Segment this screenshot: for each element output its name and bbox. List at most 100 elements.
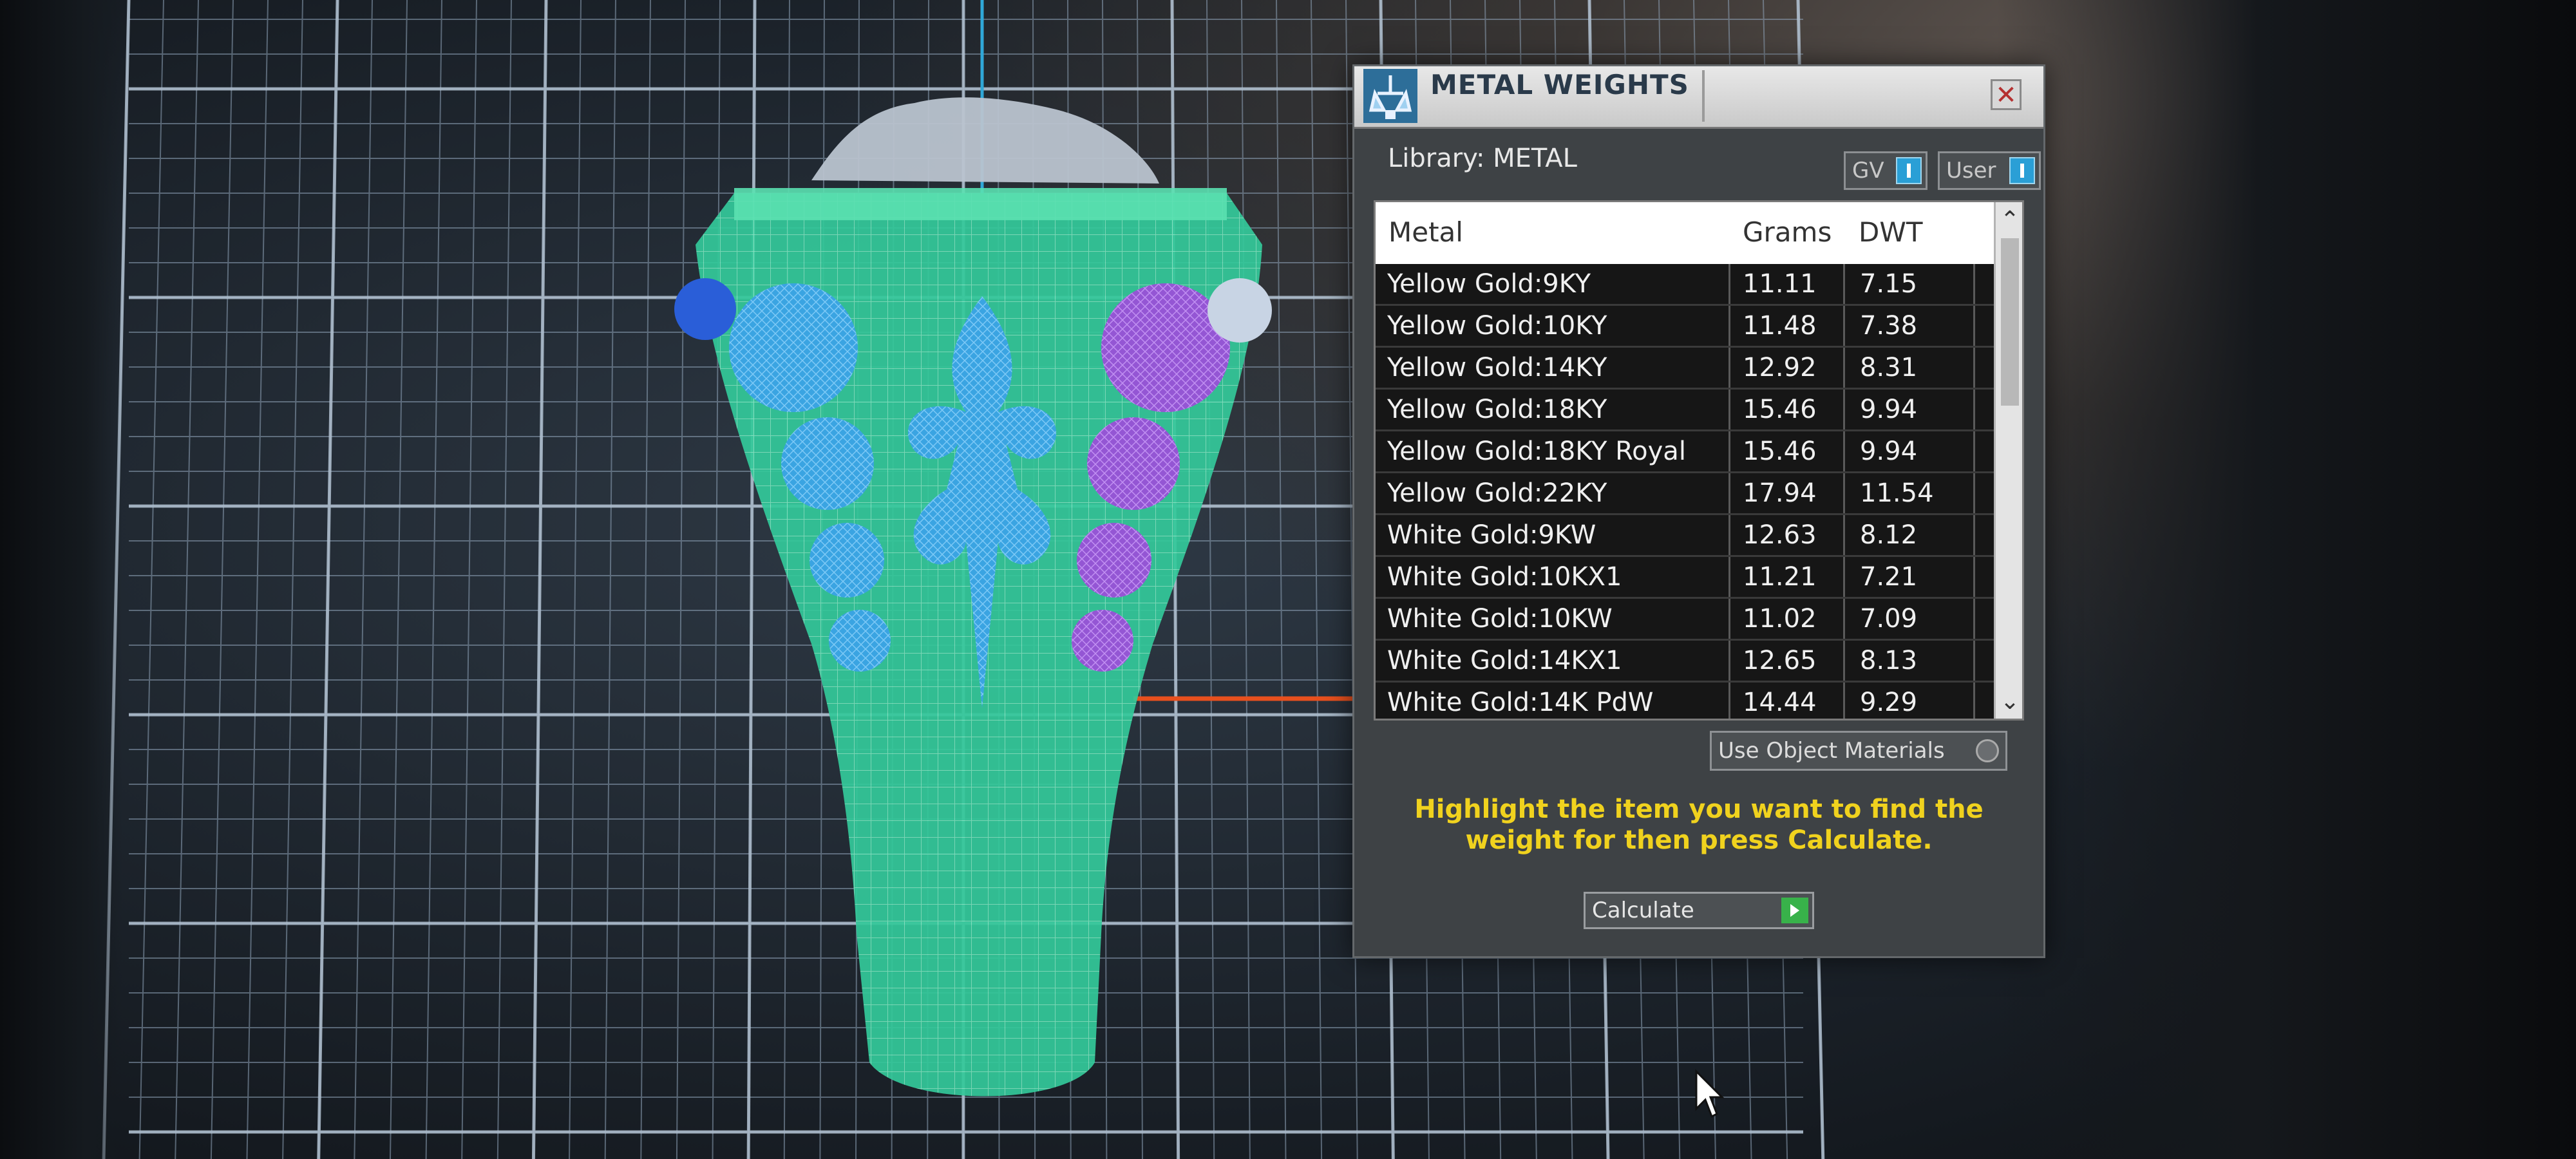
gv-toggle[interactable]: GV (1844, 151, 1927, 190)
purple-gem (1072, 610, 1133, 672)
toggle-on-icon (1896, 157, 1922, 184)
column-divider (1973, 431, 1975, 471)
column-divider (1973, 599, 1975, 639)
use-object-materials-toggle[interactable]: Use Object Materials (1710, 731, 2007, 771)
column-divider (1973, 306, 1975, 346)
column-header-metal[interactable]: Metal (1388, 216, 1463, 248)
cell-metal: White Gold:9KW (1387, 520, 1596, 550)
cell-grams: 11.02 (1743, 604, 1817, 634)
column-divider (1728, 348, 1730, 388)
column-divider (1843, 348, 1845, 388)
table-row[interactable]: White Gold:9KW 12.63 8.12 (1376, 515, 1994, 557)
cell-dwt: 8.13 (1860, 646, 1918, 675)
column-divider (1728, 599, 1730, 639)
column-divider (1843, 431, 1845, 471)
table-row[interactable]: Yellow Gold:18KY Royal 15.46 9.94 (1376, 431, 1994, 473)
toggle-on-icon (2009, 157, 2035, 184)
blue-gem (781, 417, 874, 510)
column-divider (1843, 390, 1845, 429)
column-divider (1843, 599, 1845, 639)
ring-top-band (734, 188, 1227, 220)
column-divider (1728, 264, 1730, 304)
column-divider (1843, 641, 1845, 681)
scroll-thumb[interactable] (2001, 238, 2019, 406)
cell-dwt: 9.94 (1860, 395, 1918, 424)
column-divider (1973, 264, 1975, 304)
table-row[interactable]: Yellow Gold:14KY 12.92 8.31 (1376, 348, 1994, 390)
cell-dwt: 7.15 (1860, 269, 1918, 299)
metal-weights-dialog: METAL WEIGHTS ✕ Library: METAL GV User M… (1352, 64, 2045, 958)
column-divider (1843, 473, 1845, 513)
column-divider (1973, 683, 1975, 719)
column-divider (1973, 641, 1975, 681)
blue-gem (829, 610, 891, 672)
cell-dwt: 8.12 (1860, 520, 1918, 550)
cell-grams: 17.94 (1743, 478, 1817, 508)
column-divider (1973, 390, 1975, 429)
cell-metal: Yellow Gold:9KY (1387, 269, 1591, 299)
cell-grams: 12.65 (1743, 646, 1817, 675)
column-divider (1728, 431, 1730, 471)
column-divider (1843, 264, 1845, 304)
table-row[interactable]: Yellow Gold:10KY 11.48 7.38 (1376, 306, 1994, 348)
gv-toggle-label: GV (1852, 158, 1884, 184)
use-object-materials-label: Use Object Materials (1718, 738, 1945, 764)
close-icon[interactable]: ✕ (1991, 79, 2022, 110)
user-toggle[interactable]: User (1938, 151, 2041, 190)
cell-grams: 15.46 (1743, 395, 1817, 424)
calculate-button[interactable]: Calculate (1584, 892, 1814, 929)
cell-grams: 12.63 (1743, 520, 1817, 550)
cell-metal: White Gold:10KW (1387, 604, 1613, 634)
table-row[interactable]: Yellow Gold:18KY 15.46 9.94 (1376, 390, 1994, 431)
library-label: Library: METAL (1388, 144, 1577, 173)
cell-grams: 11.11 (1743, 269, 1817, 299)
list-header: Metal Grams DWT (1376, 202, 1994, 264)
blue-gem (674, 278, 736, 340)
column-divider (1728, 473, 1730, 513)
cell-dwt: 7.38 (1860, 311, 1918, 341)
cell-dwt: 9.29 (1860, 688, 1918, 717)
ring-top-crown (811, 97, 1159, 184)
column-header-dwt[interactable]: DWT (1859, 216, 1923, 248)
cell-grams: 11.21 (1743, 562, 1817, 592)
table-row[interactable]: White Gold:14K PdW 14.44 9.29 (1376, 683, 1994, 719)
ring-model[interactable] (0, 0, 2576, 1159)
table-row[interactable]: White Gold:14KX1 12.65 8.13 (1376, 641, 1994, 683)
column-divider (1973, 515, 1975, 555)
table-row[interactable]: Yellow Gold:22KY 17.94 11.54 (1376, 473, 1994, 515)
column-divider (1973, 473, 1975, 513)
cell-metal: Yellow Gold:18KY Royal (1387, 437, 1686, 466)
mouse-cursor-icon (1695, 1069, 1725, 1118)
table-row[interactable]: White Gold:10KW 11.02 7.09 (1376, 599, 1994, 641)
metal-list[interactable]: Metal Grams DWT Yellow Gold:9KY 11.11 7.15… (1374, 200, 2024, 721)
dialog-title-bar[interactable]: METAL WEIGHTS ✕ (1354, 66, 2043, 129)
cell-grams: 11.48 (1743, 311, 1817, 341)
column-header-grams[interactable]: Grams (1743, 216, 1832, 248)
list-rows: Yellow Gold:9KY 11.11 7.15 Yellow Gold:10KY… (1376, 264, 1994, 719)
instruction-text: Highlight the item you want to find the … (1414, 795, 1984, 855)
cell-dwt: 11.54 (1860, 478, 1934, 508)
cell-metal: Yellow Gold:22KY (1387, 478, 1607, 508)
column-divider (1973, 557, 1975, 597)
cell-grams: 12.92 (1743, 353, 1817, 382)
blue-gem (729, 283, 858, 412)
list-scrollbar[interactable]: ⌃ ⌄ (1994, 202, 2022, 719)
dialog-title: METAL WEIGHTS (1430, 69, 1689, 100)
cell-grams: 15.46 (1743, 437, 1817, 466)
chevron-down-icon[interactable]: ⌄ (1996, 689, 2022, 715)
cell-metal: Yellow Gold:18KY (1387, 395, 1607, 424)
table-row[interactable]: Yellow Gold:9KY 11.11 7.15 (1376, 264, 1994, 306)
column-divider (1973, 348, 1975, 388)
cell-dwt: 7.09 (1860, 604, 1918, 634)
radio-off-icon (1976, 739, 1999, 762)
cell-metal: White Gold:14K PdW (1387, 688, 1654, 717)
table-row[interactable]: White Gold:10KX1 11.21 7.21 (1376, 557, 1994, 599)
3d-viewport[interactable] (0, 0, 2576, 1159)
column-divider (1728, 390, 1730, 429)
play-icon (1781, 898, 1808, 923)
cell-metal: White Gold:10KX1 (1387, 562, 1622, 592)
column-divider (1843, 683, 1845, 719)
column-divider (1843, 557, 1845, 597)
cell-metal: Yellow Gold:10KY (1387, 311, 1607, 341)
chevron-up-icon[interactable]: ⌃ (1996, 207, 2022, 233)
